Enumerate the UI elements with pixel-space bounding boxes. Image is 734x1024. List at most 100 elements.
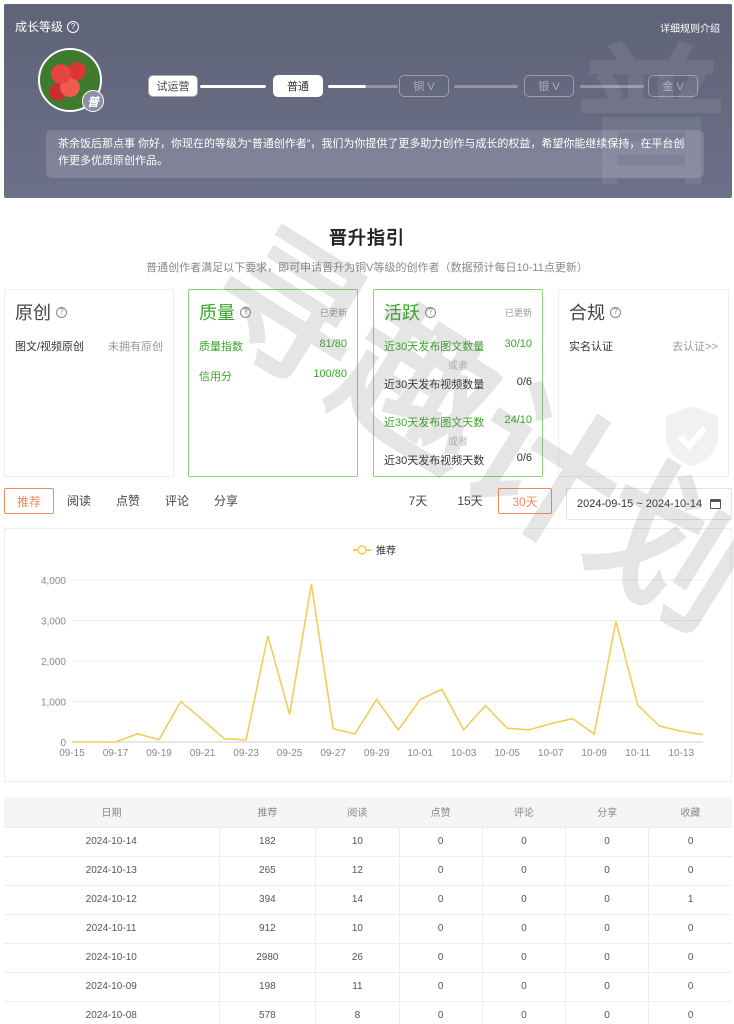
- table-cell: 0: [564, 972, 649, 1002]
- table-cell: 0: [398, 885, 483, 915]
- requirement-value: 81/80: [319, 338, 347, 350]
- level-badge: 普: [82, 90, 104, 112]
- table-cell: 2024-10-11: [4, 914, 219, 944]
- promotion-guide-title: 晋升指引: [329, 228, 405, 248]
- level-label: 金 V: [662, 81, 684, 93]
- level-label: 铜 V: [413, 81, 435, 93]
- requirement-label: 近30天发布图文天数: [384, 417, 485, 429]
- table-cell: 0: [564, 914, 649, 944]
- requirement-value: 0/6: [516, 452, 532, 464]
- requirement-row: 近30天发布图文数量 30/10: [384, 338, 532, 354]
- table-cell: 0: [648, 856, 732, 886]
- table-cell: 198: [218, 972, 316, 1002]
- growth-level-title: 成长等级 ?: [15, 18, 80, 35]
- help-icon[interactable]: ?: [240, 306, 251, 318]
- column-header: 推荐: [219, 797, 316, 828]
- requirement-row: 质量指数 81/80: [199, 338, 347, 354]
- table-cell: 0: [481, 943, 566, 973]
- tab-recommend[interactable]: 推荐: [4, 488, 54, 514]
- column-header: 阅读: [315, 797, 399, 828]
- x-tick-label: 09-25: [277, 748, 303, 759]
- table-cell: 2980: [218, 943, 316, 973]
- table-cell: 10: [315, 914, 399, 944]
- tab-read[interactable]: 阅读: [56, 488, 102, 514]
- verify-link[interactable]: 去认证>>: [672, 338, 718, 354]
- x-tick-label: 10-09: [581, 748, 607, 759]
- table-cell: 0: [481, 827, 566, 857]
- level-normal: 普通: [273, 75, 323, 97]
- table-cell: 394: [218, 885, 316, 915]
- y-tick-label: 3,000: [41, 617, 66, 628]
- table-body: 2024-10-14 182 10 0 0 0 0 2024-10-13 265 12 0 0 0 0 20…: [4, 827, 732, 1024]
- promotion-guide-subtitle: 普通创作者满足以下要求，即可申请晋升为铜V等级的创作者（数据预计每日10-11点…: [146, 262, 588, 274]
- daily-data-table: 日期 推荐 阅读 点赞 评论 分享 收藏 2024-10-14 182 10 0 0 0 0 2024-1…: [4, 797, 732, 1024]
- y-tick-label: 4,000: [41, 576, 66, 587]
- column-header: 收藏: [648, 797, 732, 828]
- date-range-text: 2024-09-15 ~ 2024-10-14: [577, 498, 703, 510]
- level-connector: [366, 85, 398, 88]
- table-row: 2024-10-14 182 10 0 0 0 0: [4, 827, 732, 857]
- help-icon[interactable]: ?: [425, 306, 436, 318]
- level-gold: 金 V: [648, 75, 698, 97]
- table-cell: 0: [648, 1001, 732, 1024]
- requirement-value: 30/10: [504, 338, 532, 350]
- requirement-label: 信用分: [199, 371, 232, 383]
- help-icon[interactable]: ?: [56, 306, 67, 318]
- table-cell: 2024-10-10: [4, 943, 219, 973]
- or-divider: 或者: [448, 361, 468, 372]
- table-cell: 0: [564, 1001, 649, 1024]
- table-cell: 2024-10-09: [4, 972, 219, 1002]
- help-icon[interactable]: ?: [67, 20, 80, 33]
- series-line-recommend: [72, 583, 704, 743]
- level-connector: [454, 85, 518, 88]
- requirement-row: 近30天发布视频天数 0/6: [384, 452, 532, 468]
- requirement-label: 图文/视频原创: [15, 341, 85, 353]
- table-cell: 0: [398, 1001, 483, 1024]
- detailed-rules-link[interactable]: 详细规则介绍: [660, 20, 720, 35]
- tab-like[interactable]: 点赞: [105, 488, 151, 514]
- level-connector: [328, 85, 366, 88]
- tab-comment[interactable]: 评论: [154, 488, 200, 514]
- requirement-label: 近30天发布图文数量: [384, 341, 485, 353]
- level-progress-track: 试运营 普通 铜 V 银 V 金 V: [148, 75, 698, 97]
- table-cell: 0: [648, 914, 732, 944]
- or-divider: 或者: [448, 437, 468, 448]
- table-row: 2024-10-11 912 10 0 0 0 0: [4, 914, 732, 944]
- card-title: 质量: [199, 303, 235, 323]
- card-title: 原创: [15, 303, 51, 323]
- x-tick-label: 10-01: [407, 748, 433, 759]
- x-tick-label: 09-19: [146, 748, 172, 759]
- table-cell: 0: [398, 914, 483, 944]
- requirement-row: 近30天发布图文天数 24/10: [384, 414, 532, 430]
- requirement-value: 0/6: [516, 376, 532, 388]
- range-30d[interactable]: 30天: [498, 488, 552, 514]
- table-header-row: 日期 推荐 阅读 点赞 评论 分享 收藏: [4, 797, 732, 828]
- table-cell: 265: [218, 856, 316, 886]
- table-cell: 0: [481, 856, 566, 886]
- requirement-row: 近30天发布视频数量 0/6: [384, 376, 532, 392]
- table-cell: 0: [398, 972, 483, 1002]
- level-trial: 试运营: [148, 75, 198, 97]
- requirement-row: 实名认证 去认证>>: [569, 338, 718, 354]
- card-title: 活跃: [384, 303, 420, 323]
- range-7d[interactable]: 7天: [400, 488, 436, 514]
- card-title: 合规: [569, 303, 605, 323]
- requirement-row: 信用分 100/80: [199, 368, 347, 384]
- update-status: 已更新: [319, 307, 347, 318]
- calendar-icon: [710, 499, 721, 509]
- help-icon[interactable]: ?: [610, 306, 621, 318]
- update-status: 已更新: [504, 307, 532, 318]
- tab-share[interactable]: 分享: [203, 488, 249, 514]
- range-15d[interactable]: 15天: [450, 488, 490, 514]
- table-cell: 0: [481, 972, 566, 1002]
- trend-chart-svg: 01,0002,0003,0004,00009-15 09-17 09-19 09-2…: [41, 544, 704, 759]
- table-cell: 0: [398, 827, 483, 857]
- level-label: 银 V: [538, 81, 560, 93]
- table-cell: 0: [481, 885, 566, 915]
- table-cell: 0: [398, 856, 483, 886]
- trend-chart: 0 1,000 2,000 3,000 4,000 09-15 09-17 09-19 09-2…: [4, 528, 732, 782]
- x-tick-label: 10-05: [494, 748, 520, 759]
- table-cell: 912: [218, 914, 316, 944]
- date-range-picker[interactable]: 2024-09-15 ~ 2024-10-14: [566, 488, 732, 520]
- table-row: 2024-10-13 265 12 0 0 0 0: [4, 856, 732, 886]
